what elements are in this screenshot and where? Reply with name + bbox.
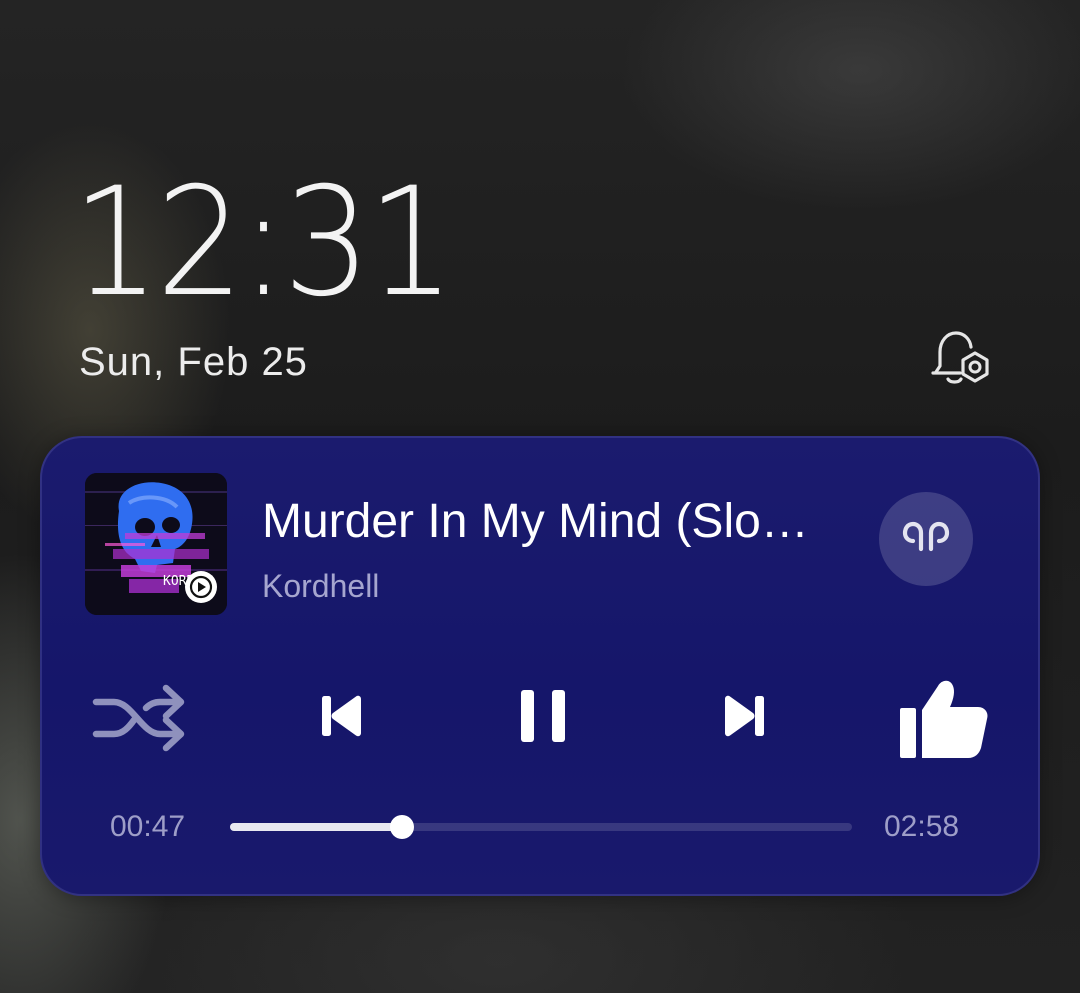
play-circle-icon bbox=[183, 569, 219, 605]
skip-next-icon bbox=[725, 695, 764, 737]
lockscreen-clock: 12:31 bbox=[72, 156, 455, 330]
next-button[interactable] bbox=[722, 693, 766, 739]
total-duration: 02:58 bbox=[884, 810, 960, 843]
shuffle-button[interactable] bbox=[92, 678, 188, 758]
thumbs-up-icon bbox=[900, 680, 988, 758]
pause-icon bbox=[521, 690, 565, 742]
output-device-button[interactable] bbox=[879, 492, 973, 586]
shuffle-icon bbox=[92, 684, 185, 752]
elapsed-time: 00:47 bbox=[110, 810, 186, 843]
track-artist: Kordhell bbox=[262, 568, 380, 604]
like-button[interactable] bbox=[898, 676, 990, 762]
media-player-card[interactable]: KORD Murder In My Mind (Slo… Kordhell 00… bbox=[40, 436, 1040, 896]
skip-previous-icon bbox=[322, 695, 361, 737]
bell-settings-icon[interactable] bbox=[928, 328, 994, 388]
earbuds-icon bbox=[902, 521, 950, 552]
album-art[interactable]: KORD bbox=[85, 473, 227, 615]
previous-button[interactable] bbox=[320, 693, 364, 739]
pause-button[interactable] bbox=[517, 688, 569, 744]
seek-bar-handle[interactable] bbox=[390, 815, 415, 839]
track-title: Murder In My Mind (Slo… bbox=[262, 495, 809, 548]
lockscreen-date: Sun, Feb 25 bbox=[79, 340, 308, 384]
seek-bar-progress bbox=[230, 823, 403, 831]
seek-bar[interactable] bbox=[230, 815, 852, 839]
